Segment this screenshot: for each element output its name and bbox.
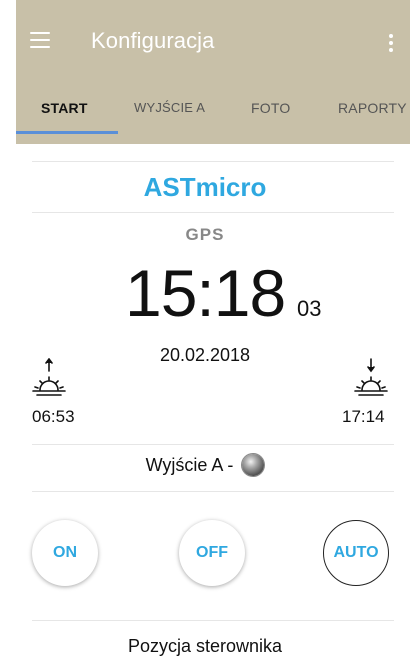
clock-seconds: 03 <box>297 296 322 321</box>
tab-foto[interactable]: FOTO <box>251 100 290 116</box>
divider <box>32 620 394 621</box>
position-heading: Pozycja sterownika <box>127 636 283 656</box>
sunset-time: 17:14 <box>342 407 385 426</box>
app-bar: Konfiguracja START WYJŚCIE A FOTO RAPORT… <box>16 0 410 144</box>
divider <box>32 491 394 492</box>
on-button[interactable]: ON <box>32 520 98 586</box>
tab-raporty[interactable]: RAPORTY <box>338 100 407 116</box>
status-led-icon <box>242 454 265 476</box>
output-status: Wyjście A - <box>0 454 410 476</box>
hamburger-menu-icon[interactable] <box>30 32 50 49</box>
tab-wyjscie-a[interactable]: WYJŚCIE A <box>134 100 205 115</box>
divider <box>32 444 394 445</box>
app-title: Konfiguracja <box>91 28 215 53</box>
clock-time: 15:18 <box>125 256 286 330</box>
more-vertical-icon[interactable] <box>388 34 394 52</box>
sunset-icon <box>354 358 388 396</box>
divider <box>32 161 394 162</box>
divider <box>32 212 394 213</box>
gps-label: GPS <box>185 225 225 244</box>
tab-start[interactable]: START <box>41 100 88 116</box>
active-tab-indicator <box>16 131 118 134</box>
sunrise-time: 06:53 <box>32 407 75 426</box>
sunrise-icon <box>32 358 66 396</box>
off-button[interactable]: OFF <box>179 520 245 586</box>
auto-button[interactable]: AUTO <box>323 520 389 586</box>
output-label: Wyjście A - <box>145 455 234 475</box>
device-name: ASTmicro <box>143 172 267 202</box>
